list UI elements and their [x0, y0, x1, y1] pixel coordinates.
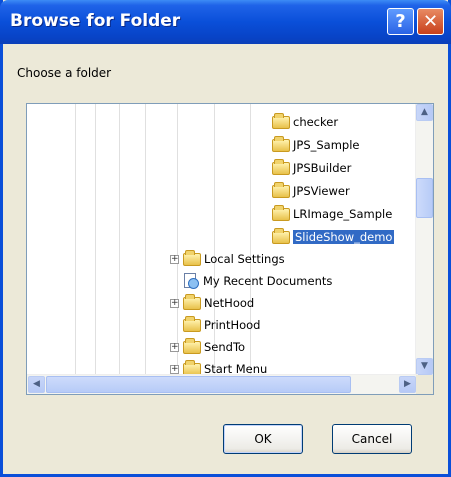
tree-item-label: LRImage_Sample [293, 207, 393, 221]
choose-folder-prompt: Choose a folder [17, 66, 112, 80]
tree-guide-line [119, 104, 120, 376]
scroll-down-button[interactable]: ▼ [416, 358, 433, 375]
vertical-scroll-thumb[interactable] [416, 178, 433, 218]
help-icon: ? [395, 11, 406, 32]
tree-item-sendto[interactable]: + SendTo [170, 337, 245, 357]
expand-toggle[interactable]: + [170, 255, 179, 264]
tree-item-nethood[interactable]: + NetHood [170, 293, 254, 313]
tree-item-label: Local Settings [204, 252, 285, 266]
scroll-up-button[interactable]: ▲ [416, 104, 433, 121]
tree-item-label: JPS_Sample [293, 138, 360, 152]
tree-item-label: JPSViewer [293, 184, 350, 198]
folder-icon [272, 228, 290, 244]
tree-item-jpsbuilder[interactable]: JPSBuilder [272, 158, 351, 178]
folder-icon [183, 294, 201, 310]
chevron-up-icon: ▲ [421, 107, 428, 117]
help-button[interactable]: ? [387, 8, 414, 35]
folder-tree[interactable]: checker JPS_Sample JPSBuilder JPSViewer … [26, 103, 434, 395]
tree-guide-line [75, 104, 76, 376]
tree-item-label: NetHood [204, 296, 255, 310]
tree-item-label-selected: SlideShow_demo [293, 230, 395, 244]
folder-icon [272, 113, 290, 129]
tree-item-local-settings[interactable]: + Local Settings [170, 249, 285, 269]
browse-for-folder-dialog: Browse for Folder ? ✕ Choose a folder ch… [0, 0, 451, 477]
tree-item-printhood[interactable]: PrintHood [183, 315, 260, 335]
close-button[interactable]: ✕ [417, 8, 444, 35]
tree-item-jps-sample[interactable]: JPS_Sample [272, 135, 360, 155]
chevron-left-icon: ◀ [33, 379, 40, 389]
scrollbar-corner [416, 375, 433, 394]
expand-toggle[interactable]: + [170, 365, 179, 374]
horizontal-scrollbar[interactable]: ◀ ▶ [27, 374, 418, 394]
ok-button[interactable]: OK [223, 424, 303, 454]
tree-item-label: PrintHood [204, 318, 261, 332]
tree-item-checker[interactable]: checker [272, 112, 338, 132]
tree-item-label: checker [293, 115, 339, 129]
scroll-left-button[interactable]: ◀ [28, 376, 45, 393]
vertical-scrollbar[interactable]: ▲ ▼ [415, 104, 433, 375]
folder-icon [272, 182, 290, 198]
chevron-right-icon: ▶ [404, 379, 411, 389]
scroll-right-button[interactable]: ▶ [399, 376, 416, 393]
tree-item-label: My Recent Documents [203, 274, 333, 288]
tree-guide-line [145, 104, 146, 376]
tree-guide-line [95, 104, 96, 376]
folder-icon [183, 338, 201, 354]
tree-item-label: SendTo [204, 340, 246, 354]
tree-item-slideshow-demo[interactable]: SlideShow_demo [272, 227, 395, 247]
expand-toggle[interactable]: + [170, 343, 179, 352]
expand-toggle[interactable]: + [170, 299, 179, 308]
window-title: Browse for Folder [10, 11, 181, 31]
tree-guide-line [214, 104, 215, 376]
chevron-down-icon: ▼ [421, 361, 428, 371]
folder-icon [272, 159, 290, 175]
folder-icon [272, 205, 290, 221]
tree-item-lrimage-sample[interactable]: LRImage_Sample [272, 204, 392, 224]
title-bar[interactable]: Browse for Folder ? ✕ [0, 0, 451, 44]
tree-guide-line [177, 104, 178, 376]
folder-icon [183, 316, 201, 332]
tree-item-my-recent-documents[interactable]: My Recent Documents [183, 271, 332, 291]
folder-icon [183, 250, 201, 266]
recent-documents-icon [183, 273, 200, 290]
folder-icon [272, 136, 290, 152]
cancel-button[interactable]: Cancel [332, 424, 412, 454]
tree-item-jpsviewer[interactable]: JPSViewer [272, 181, 350, 201]
close-icon: ✕ [422, 11, 439, 32]
horizontal-scroll-thumb[interactable] [46, 376, 351, 393]
tree-guide-line [250, 104, 251, 376]
tree-item-label: JPSBuilder [293, 161, 352, 175]
